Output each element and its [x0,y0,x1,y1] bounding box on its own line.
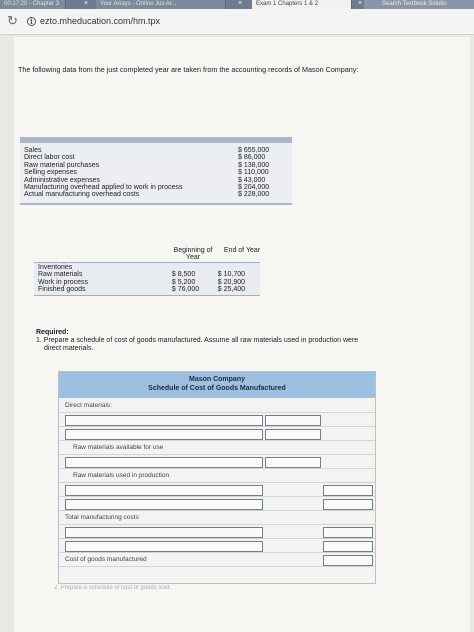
total-label: Total manufacturing costs [65,514,139,521]
table-row: Actual manufacturing overhead costs $ 228… [24,191,286,198]
row-label: Raw material purchases [24,161,100,169]
row-label: Raw materials [38,271,83,279]
direct-materials-label: Direct materials: [65,402,112,409]
schedule-row: Cost of goods manufactured [59,554,375,567]
end-value: $ 10,700 [217,271,245,279]
row-label: Finished goods [38,286,86,294]
browser-toolbar: ↻ i ezto.mheducation.com/hm.tpx [0,9,474,35]
close-tab-icon[interactable]: × [238,0,242,8]
amount-input[interactable] [323,527,373,538]
available-label: Raw materials available for use [73,444,164,451]
schedule-row: Direct materials: [59,400,375,413]
label-select[interactable] [65,415,263,426]
label-select[interactable] [65,527,263,538]
label-select[interactable] [65,485,263,496]
label-select[interactable] [65,457,263,468]
row-label: Sales [24,147,42,154]
table-row: Inventories [38,264,256,271]
amount-input[interactable] [265,415,321,426]
row-amount: $ 204,000 [238,184,270,192]
beginning-value: $ 76,000 [171,286,200,294]
browser-tab-active[interactable]: Exam 1 Chapters 1 & 2 [252,0,352,9]
column-header-end: End of Year [223,247,261,254]
info-icon[interactable]: i [27,17,36,26]
end-value: $ 25,400 [217,286,245,294]
row-amount: $ 110,000 [238,169,269,177]
problem-intro: The following data from the just complet… [18,65,359,74]
company-name: Mason Company [188,376,245,383]
cogm-label: Cost of goods manufactured [65,556,147,563]
browser-tab[interactable]: Your Arrays - Online Jus Ar... [96,0,226,9]
required-label: Required: [36,329,69,336]
table-row: Manufacturing overhead applied to work i… [24,184,286,191]
amount-input[interactable] [323,485,373,496]
table-row: Administrative expenses $ 43,000 [24,177,286,184]
end-value: $ 20,900 [217,278,245,286]
schedule-title: Schedule of Cost of Goods Manufactured [148,385,286,392]
inventory-table: Beginning of Year End of Year Inventorie… [34,247,260,296]
schedule-row: Raw materials used in production [59,470,375,483]
row-label: Selling expenses [24,169,77,177]
row-amount: $ 86,000 [238,154,266,162]
browser-tab-strip: 00:17:20 - Chapter 3 Your Arrays - Onlin… [0,0,474,9]
row-label: Work in process [38,278,89,286]
table-row: Finished goods $ 76,000 $ 25,400 [38,286,256,293]
table-row: Raw material purchases $ 138,000 [24,162,286,169]
label-select[interactable] [65,429,263,440]
browser-tab[interactable]: 00:17:20 - Chapter 3 [0,0,66,9]
reload-icon[interactable]: ↻ [7,14,18,28]
amount-input[interactable] [323,541,373,552]
inventories-header: Inventories [38,264,73,271]
amount-input[interactable] [323,555,373,566]
beginning-value: $ 5,200 [171,278,196,286]
close-tab-icon[interactable]: × [84,0,88,8]
row-label: Administrative expenses [24,176,100,184]
beginning-value: $ 8,500 [171,271,196,279]
schedule-row [59,428,375,441]
table-row: Sales $ 655,000 [24,147,286,154]
table-row: Work in process $ 5,200 $ 20,900 [38,279,256,286]
question-2-link[interactable]: 2. Prepare a schedule of cost of goods s… [54,585,171,591]
label-select[interactable] [65,541,263,552]
schedule-worksheet: Mason Company Schedule of Cost of Goods … [58,371,376,584]
close-tab-icon[interactable]: × [358,0,362,8]
schedule-row: Total manufacturing costs [59,512,375,525]
table-row: Selling expenses $ 110,000 [24,169,286,176]
amount-input[interactable] [265,457,321,468]
table-row: Direct labor cost $ 86,000 [24,154,286,161]
schedule-row [59,456,375,469]
row-amount: $ 43,000 [238,176,266,184]
row-amount: $ 138,000 [238,161,270,169]
schedule-row [59,414,375,427]
column-header-beginning: Beginning of Year [173,247,213,262]
row-amount: $ 655,000 [238,147,270,154]
schedule-row: Raw materials available for use [59,442,375,455]
question-1-text: 1. Prepare a schedule of cost of goods m… [36,337,359,344]
table-row: Raw materials $ 8,500 $ 10,700 [38,271,256,278]
schedule-row [59,484,375,497]
schedule-row [59,498,375,511]
label-select[interactable] [65,499,263,510]
required-section: Required: 1. Prepare a schedule of cost … [36,329,416,353]
row-label: Manufacturing overhead applied to work i… [24,184,183,192]
browser-tab[interactable]: Search Textbook Solutio [364,0,474,9]
question-1-text-cont: direct materials. [44,345,94,352]
address-bar[interactable]: ezto.mheducation.com/hm.tpx [40,16,160,26]
row-label: Actual manufacturing overhead costs [24,191,140,199]
amount-input[interactable] [323,499,373,510]
schedule-row [59,540,375,553]
schedule-row [59,526,375,539]
row-label: Direct labor cost [24,154,75,162]
used-label: Raw materials used in production [73,472,170,479]
row-amount: $ 228,000 [238,191,270,199]
amount-input[interactable] [265,429,321,440]
accounting-data-table: Sales $ 655,000 Direct labor cost $ 86,000… [20,137,292,205]
schedule-header: Mason Company Schedule of Cost of Goods … [59,372,375,398]
